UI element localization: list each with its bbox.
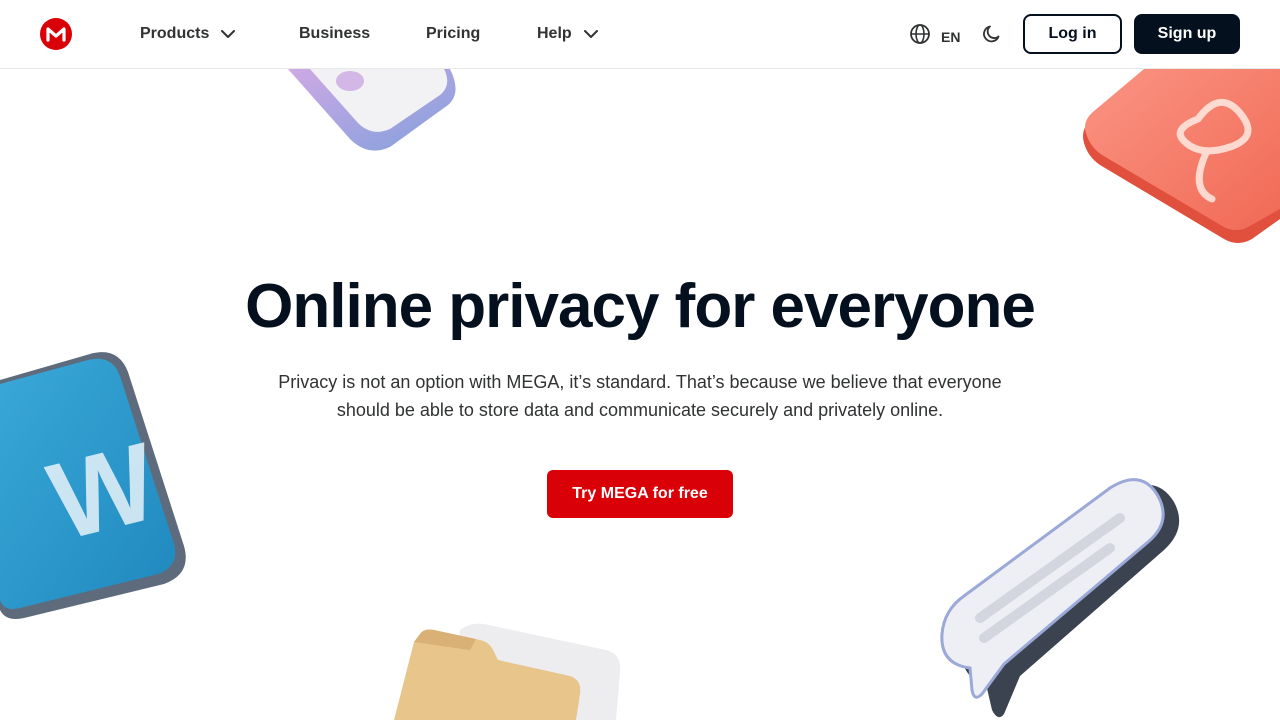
nav-pricing[interactable]: Pricing [426, 22, 480, 46]
site-header: Products Business Pricing Help EN Log in… [0, 0, 1280, 69]
hero-title: Online privacy for everyone [245, 272, 1036, 341]
chevron-down-icon [221, 29, 236, 39]
moon-icon[interactable] [981, 23, 1003, 45]
language-selector[interactable]: EN [909, 23, 960, 50]
nav-help-label: Help [537, 25, 572, 42]
purple-tile-decoration [288, 69, 456, 151]
nav-business[interactable]: Business [299, 22, 370, 46]
nav-products-label: Products [140, 25, 210, 42]
hero-subtitle-line-2: should be able to store data and communi… [336, 400, 944, 420]
language-label: EN [941, 28, 961, 45]
nav-products[interactable]: Products [140, 22, 236, 46]
nav-business-label: Business [299, 25, 371, 42]
nav-help[interactable]: Help [537, 22, 598, 46]
folder-tile-decoration [394, 623, 621, 720]
signup-button[interactable]: Sign up [1134, 14, 1240, 54]
word-tile-decoration: W [0, 352, 186, 619]
hero-subtitle-line-1: Privacy is not an option with MEGA, it’s… [278, 372, 1002, 392]
nav-pricing-label: Pricing [426, 25, 481, 42]
hero-subtitle: Privacy is not an option with MEGA, it’s… [240, 368, 1040, 424]
login-button[interactable]: Log in [1023, 14, 1122, 54]
pdf-tile-decoration [1083, 69, 1280, 243]
mega-logo-icon[interactable] [40, 18, 72, 50]
try-mega-free-button[interactable]: Try MEGA for free [547, 470, 733, 518]
chat-bubble-decoration [940, 478, 1180, 718]
globe-icon [909, 23, 931, 50]
chevron-down-icon [583, 29, 598, 39]
